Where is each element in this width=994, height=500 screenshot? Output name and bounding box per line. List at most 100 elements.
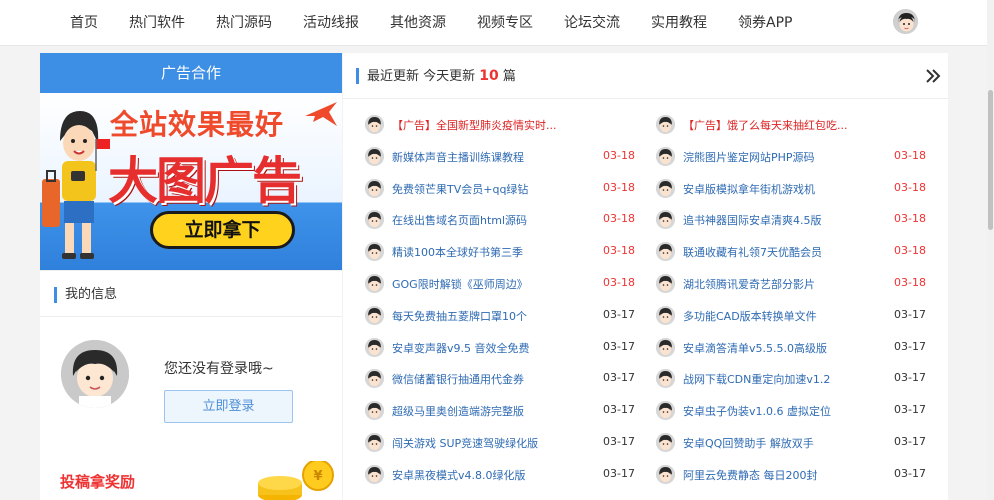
avatar-face-icon: [656, 115, 675, 134]
list-item-date: 03-18: [603, 275, 635, 289]
list-item-date: 03-17: [603, 403, 635, 417]
avatar-face-icon: [656, 242, 675, 262]
list-item-title[interactable]: 浣熊图片鉴定网站PHP源码: [683, 149, 815, 165]
double-chevron-right-icon[interactable]: [925, 68, 941, 84]
list-item-title[interactable]: 在线出售域名页面html源码: [392, 212, 527, 228]
ad-banner[interactable]: 全站效果最好 大图广告 立即拿下: [40, 93, 342, 270]
list-item[interactable]: 超级马里奥创造端游完整版 03-17: [365, 395, 635, 427]
list-item[interactable]: 在线出售域名页面html源码 03-18: [365, 204, 635, 236]
ad-headline: 全站效果最好: [110, 108, 285, 141]
list-item-date: 03-17: [894, 307, 926, 321]
list-item[interactable]: 浣熊图片鉴定网站PHP源码 03-18: [656, 141, 926, 173]
list-item[interactable]: 每天免费抽五菱牌口罩10个 03-17: [365, 300, 635, 332]
nav-item-home[interactable]: 首页: [56, 0, 112, 46]
list-item-title[interactable]: 免费领芒果TV会员+qq绿钻: [392, 181, 528, 197]
avatar-face-icon: [365, 369, 384, 389]
list-item-title[interactable]: 安卓变声器v9.5 音效全免费: [392, 340, 530, 356]
nav-item-hot-source[interactable]: 热门源码: [202, 0, 286, 46]
scrollbar-thumb[interactable]: [988, 90, 993, 230]
user-avatar[interactable]: [893, 9, 918, 34]
list-item-title[interactable]: 超级马里奥创造端游完整版: [392, 403, 524, 419]
author-avatar: [656, 432, 675, 452]
ad-cta-button[interactable]: 立即拿下: [150, 211, 295, 249]
nav-item-activity-news[interactable]: 活动线报: [289, 0, 373, 46]
list-item-title[interactable]: GOG限时解锁《巫师周边》: [392, 276, 528, 292]
list-item[interactable]: 微信储蓄银行抽通用代金券 03-17: [365, 363, 635, 395]
ad-big-text: 大图广告: [108, 152, 302, 210]
author-avatar: [365, 464, 384, 484]
list-item-title[interactable]: 联通收藏有礼领7天优酷会员: [683, 244, 822, 260]
login-status-text: 您还没有登录哦~: [164, 361, 274, 377]
author-avatar: [365, 337, 384, 357]
list-item[interactable]: 安卓版模拟拿年街机游戏机 03-18: [656, 173, 926, 205]
list-item[interactable]: GOG限时解锁《巫师周边》 03-18: [365, 268, 635, 300]
avatar-face-icon: [656, 369, 675, 389]
avatar-face-icon: [365, 273, 384, 293]
nav-item-other-resources[interactable]: 其他资源: [376, 0, 460, 46]
nav-item-tutorials[interactable]: 实用教程: [637, 0, 721, 46]
nav-item-hot-software[interactable]: 热门软件: [115, 0, 199, 46]
author-avatar: [656, 464, 675, 484]
author-avatar: [656, 273, 675, 293]
list-item-title[interactable]: 多功能CAD版本转换单文件: [683, 308, 817, 324]
list-item-title[interactable]: 【广告】全国新型肺炎疫情实时...: [392, 117, 557, 133]
list-item-title[interactable]: 微信储蓄银行抽通用代金券: [392, 371, 524, 387]
list-item[interactable]: 新媒体声音主播训练课教程 03-18: [365, 141, 635, 173]
divider: [40, 316, 342, 317]
list-item-title[interactable]: 阿里云免费静态 每日200封: [683, 467, 818, 483]
list-item-date: 03-17: [894, 434, 926, 448]
ad-widget-title: 广告合作: [40, 53, 342, 93]
list-item[interactable]: 阿里云免费静态 每日200封 03-17: [656, 459, 926, 491]
list-item-title[interactable]: 湖北领腾讯爱奇艺部分影片: [683, 276, 815, 292]
login-button[interactable]: 立即登录: [164, 390, 293, 423]
nav-item-coupon-app[interactable]: 领券APP: [724, 0, 806, 46]
update-list-left: 【广告】全国新型肺炎疫情实时... 新媒体声音主播训练课教程 03-18 免费领芒果T…: [365, 109, 635, 491]
list-item-title[interactable]: 安卓QQ回赞助手 解放双手: [683, 435, 814, 451]
list-item[interactable]: 安卓变声器v9.5 音效全免费 03-17: [365, 332, 635, 364]
list-item[interactable]: 战网下载CDN重定向加速v1.2 03-17: [656, 363, 926, 395]
list-item-title[interactable]: 追书神器国际安卓清爽4.5版: [683, 212, 822, 228]
nav-item-video[interactable]: 视频专区: [463, 0, 547, 46]
avatar-face-icon: [656, 146, 675, 166]
contribute-reward-link[interactable]: 投稿拿奖励: [60, 471, 135, 492]
avatar-face-icon: [656, 401, 675, 421]
list-item[interactable]: 免费领芒果TV会员+qq绿钻 03-18: [365, 173, 635, 205]
svg-text:¥: ¥: [313, 469, 322, 484]
default-avatar: [61, 340, 129, 408]
top-navbar: 首页 热门软件 热门源码 活动线报 其他资源 视频专区 论坛交流 实用教程 领券…: [0, 0, 994, 46]
avatar-face-icon: [656, 178, 675, 198]
list-item-title[interactable]: 【广告】饿了么每天来抽红包吃...: [683, 117, 848, 133]
author-avatar: [656, 369, 675, 389]
list-item[interactable]: 多功能CAD版本转换单文件 03-17: [656, 300, 926, 332]
list-item[interactable]: 追书神器国际安卓清爽4.5版 03-18: [656, 204, 926, 236]
list-item[interactable]: 【广告】饿了么每天来抽红包吃...: [656, 109, 926, 141]
list-item[interactable]: 湖北领腾讯爱奇艺部分影片 03-18: [656, 268, 926, 300]
page-scrollbar[interactable]: [987, 0, 994, 500]
list-item[interactable]: 精读100本全球好书第三季 03-18: [365, 236, 635, 268]
list-item[interactable]: 安卓QQ回赞助手 解放双手 03-17: [656, 427, 926, 459]
list-item-title[interactable]: 战网下载CDN重定向加速v1.2: [683, 371, 830, 387]
list-item-title[interactable]: 每天免费抽五菱牌口罩10个: [392, 308, 527, 324]
list-item[interactable]: 安卓滴答清单v5.5.5.0高级版 03-17: [656, 332, 926, 364]
nav-item-forum[interactable]: 论坛交流: [550, 0, 634, 46]
list-item[interactable]: 安卓黑夜模式v4.8.0绿化版 03-17: [365, 459, 635, 491]
list-item-title[interactable]: 闯关游戏 SUP竞速驾驶绿化版: [392, 435, 538, 451]
list-item-title[interactable]: 精读100本全球好书第三季: [392, 244, 523, 260]
list-item-title[interactable]: 安卓黑夜模式v4.8.0绿化版: [392, 467, 526, 483]
list-item[interactable]: 联通收藏有礼领7天优酷会员 03-18: [656, 236, 926, 268]
list-item-title[interactable]: 安卓滴答清单v5.5.5.0高级版: [683, 340, 827, 356]
list-item-date: 03-18: [894, 148, 926, 162]
list-item[interactable]: 【广告】全国新型肺炎疫情实时...: [365, 109, 635, 141]
list-item[interactable]: 安卓虫子伪装v1.0.6 虚拟定位 03-17: [656, 395, 926, 427]
list-item-title[interactable]: 安卓版模拟拿年街机游戏机: [683, 181, 815, 197]
main-nav: 首页 热门软件 热门源码 活动线报 其他资源 视频专区 论坛交流 实用教程 领券…: [56, 0, 809, 46]
list-item-title[interactable]: 新媒体声音主播训练课教程: [392, 149, 524, 165]
list-item-date: 03-18: [894, 244, 926, 258]
author-avatar: [656, 401, 675, 421]
author-avatar: [365, 369, 384, 389]
author-avatar: [656, 146, 675, 166]
list-item[interactable]: 闯关游戏 SUP竞速驾驶绿化版 03-17: [365, 427, 635, 459]
list-item-date: 03-17: [894, 371, 926, 385]
avatar-face-icon: [365, 146, 384, 166]
list-item-title[interactable]: 安卓虫子伪装v1.0.6 虚拟定位: [683, 403, 831, 419]
